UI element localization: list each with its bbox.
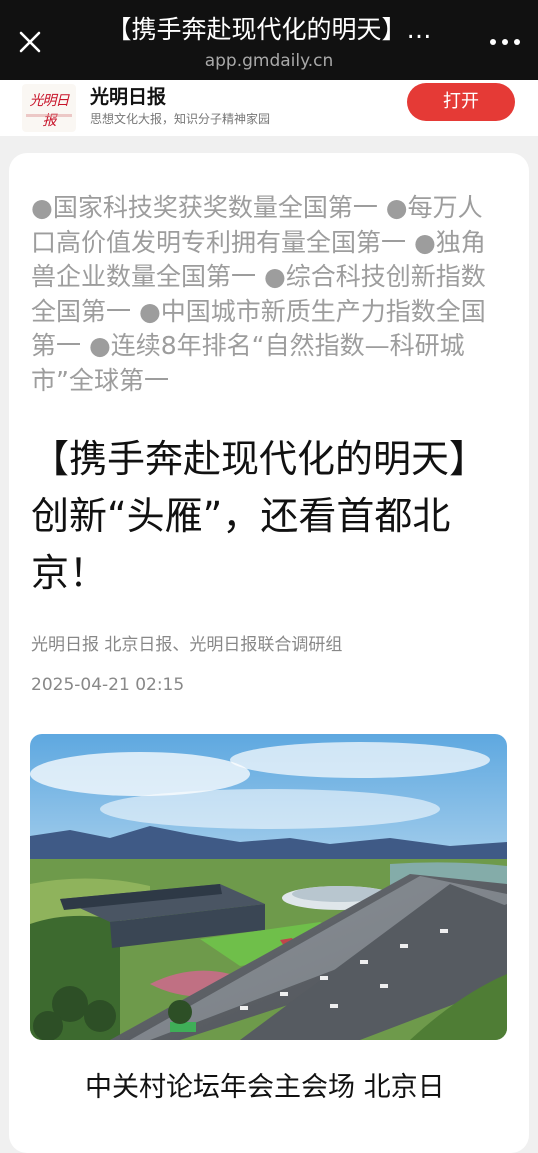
more-options-button[interactable]: [490, 32, 520, 52]
app-open-banner: 光明日报 光明日报 思想文化大报，知识分子精神家园 打开: [0, 80, 538, 136]
article-photo[interactable]: [30, 734, 507, 1040]
app-logo: 光明日报: [22, 84, 76, 132]
article-byline: 光明日报 北京日报、光明日报联合调研组: [31, 635, 343, 655]
article-summary: ●国家科技奖获奖数量全国第一 ●每万人口高价值发明专利拥有量全国第一 ●独角兽企…: [31, 193, 486, 395]
photo-caption: 中关村论坛年会主会场 北京日: [85, 1072, 445, 1103]
app-slogan: 思想文化大报，知识分子精神家园: [90, 112, 271, 126]
app-logo-text: 光明日报: [29, 93, 70, 129]
forum-venue-photo: [30, 734, 507, 1040]
app-name: 光明日报: [90, 86, 167, 108]
article-date: 2025-04-21 02:15: [31, 675, 185, 695]
article-card: ●国家科技奖获奖数量全国第一 ●每万人口高价值发明专利拥有量全国第一 ●独角兽企…: [9, 153, 529, 1153]
browser-top-bar: 【携手奔赴现代化的明天】… app.gmdaily.cn: [0, 0, 538, 80]
open-app-button[interactable]: 打开: [407, 83, 515, 121]
article-headline: 【携手奔赴现代化的明天】创新“头雁”，还看首都北京！: [31, 437, 488, 595]
page-domain: app.gmdaily.cn: [204, 51, 334, 71]
more-dots-icon: [490, 39, 496, 45]
page-title: 【携手奔赴现代化的明天】…: [106, 15, 432, 44]
